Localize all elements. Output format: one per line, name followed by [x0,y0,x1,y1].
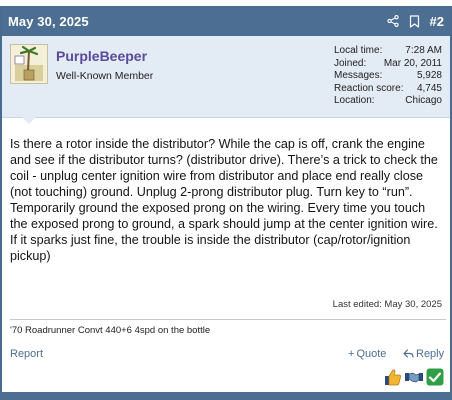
stat-value: 7:28 AM [405,45,442,56]
stat-label: Joined: [334,57,367,69]
stat-local-time: Local time: 7:28 AM [334,45,442,58]
reaction-bar [384,368,444,386]
quote-button[interactable]: + Quote [348,348,386,360]
stat-messages: Messages: 5,928 [334,70,442,83]
post-date[interactable]: May 30, 2025 [8,14,89,29]
thumbs-up-icon[interactable] [384,368,402,386]
stat-value[interactable]: Chicago [405,95,442,108]
stat-value[interactable]: 5,928 [417,70,442,83]
avatar[interactable] [10,44,48,84]
signature-divider [10,319,446,320]
reply-label: Reply [416,348,445,360]
stat-reaction-score: Reaction score: 4,745 [334,83,442,96]
user-title: Well-Known Member [56,70,154,82]
username-link[interactable]: PurpleBeeper [56,48,147,64]
stat-label: Location: [334,95,375,106]
user-info-bar: PurpleBeeper Well-Known Member Local tim… [2,36,450,118]
stat-label: Reaction score: [334,82,404,94]
post-number[interactable]: #2 [430,14,444,29]
stat-value: Mar 20, 2011 [383,57,442,69]
post-header: May 30, 2025 #2 [2,6,450,36]
reply-button[interactable]: Reply [403,348,444,360]
quote-label: Quote [356,348,387,360]
forum-post: May 30, 2025 #2 PurpleBeeper Well-Known … [0,6,452,392]
stat-value: 4,745 [416,82,442,94]
stat-location: Location: Chicago [334,95,442,108]
bottom-band [0,392,452,400]
post-body: Is there a rotor inside the distributor?… [10,137,438,263]
stat-label: Local time: [334,45,383,56]
report-button[interactable]: Report [10,348,43,360]
last-edited: Last edited: May 30, 2025 [332,299,442,310]
checkmark-icon[interactable] [426,368,444,386]
stat-joined: Joined: Mar 20, 2011 [334,58,442,71]
handshake-icon[interactable] [405,368,423,386]
signature: '70 Roadrunner Convt 440+6 4spd on the b… [10,325,211,336]
stat-label: Messages: [334,70,383,81]
user-stats: Local time: 7:28 AM Joined: Mar 20, 2011… [334,45,442,108]
post-header-tools: #2 [386,14,444,29]
reply-arrow-icon [403,349,414,359]
plus-icon: + [348,348,355,360]
avatar-image [11,45,47,83]
share-icon[interactable] [386,15,399,27]
userbar-pointer [22,117,36,124]
bookmark-icon[interactable] [409,14,420,28]
